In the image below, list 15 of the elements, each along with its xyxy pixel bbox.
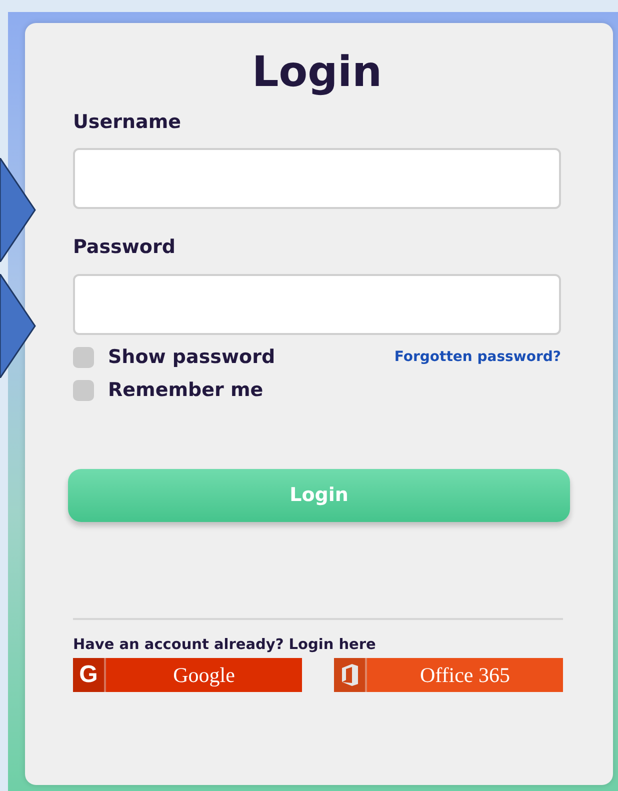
field-label: Username bbox=[73, 110, 182, 135]
google-g-icon: G bbox=[73, 658, 106, 692]
office-logo-icon bbox=[342, 664, 358, 686]
forgotten-password-link[interactable]: Forgotten password? bbox=[394, 346, 561, 368]
field-label: Password bbox=[73, 235, 176, 260]
checkbox[interactable] bbox=[73, 380, 94, 401]
input-field[interactable] bbox=[73, 274, 561, 335]
input-field[interactable] bbox=[73, 148, 561, 210]
checkbox-label: Remember me bbox=[108, 378, 264, 403]
checkbox-label: Show password bbox=[108, 344, 276, 370]
login-prompt: Have an account already? Login here bbox=[73, 636, 377, 655]
checkbox[interactable] bbox=[73, 346, 94, 368]
google-login-button[interactable]: G Google bbox=[73, 658, 302, 692]
login-title: Login bbox=[251, 46, 383, 98]
office-login-button[interactable]: Office 365 bbox=[334, 658, 563, 692]
